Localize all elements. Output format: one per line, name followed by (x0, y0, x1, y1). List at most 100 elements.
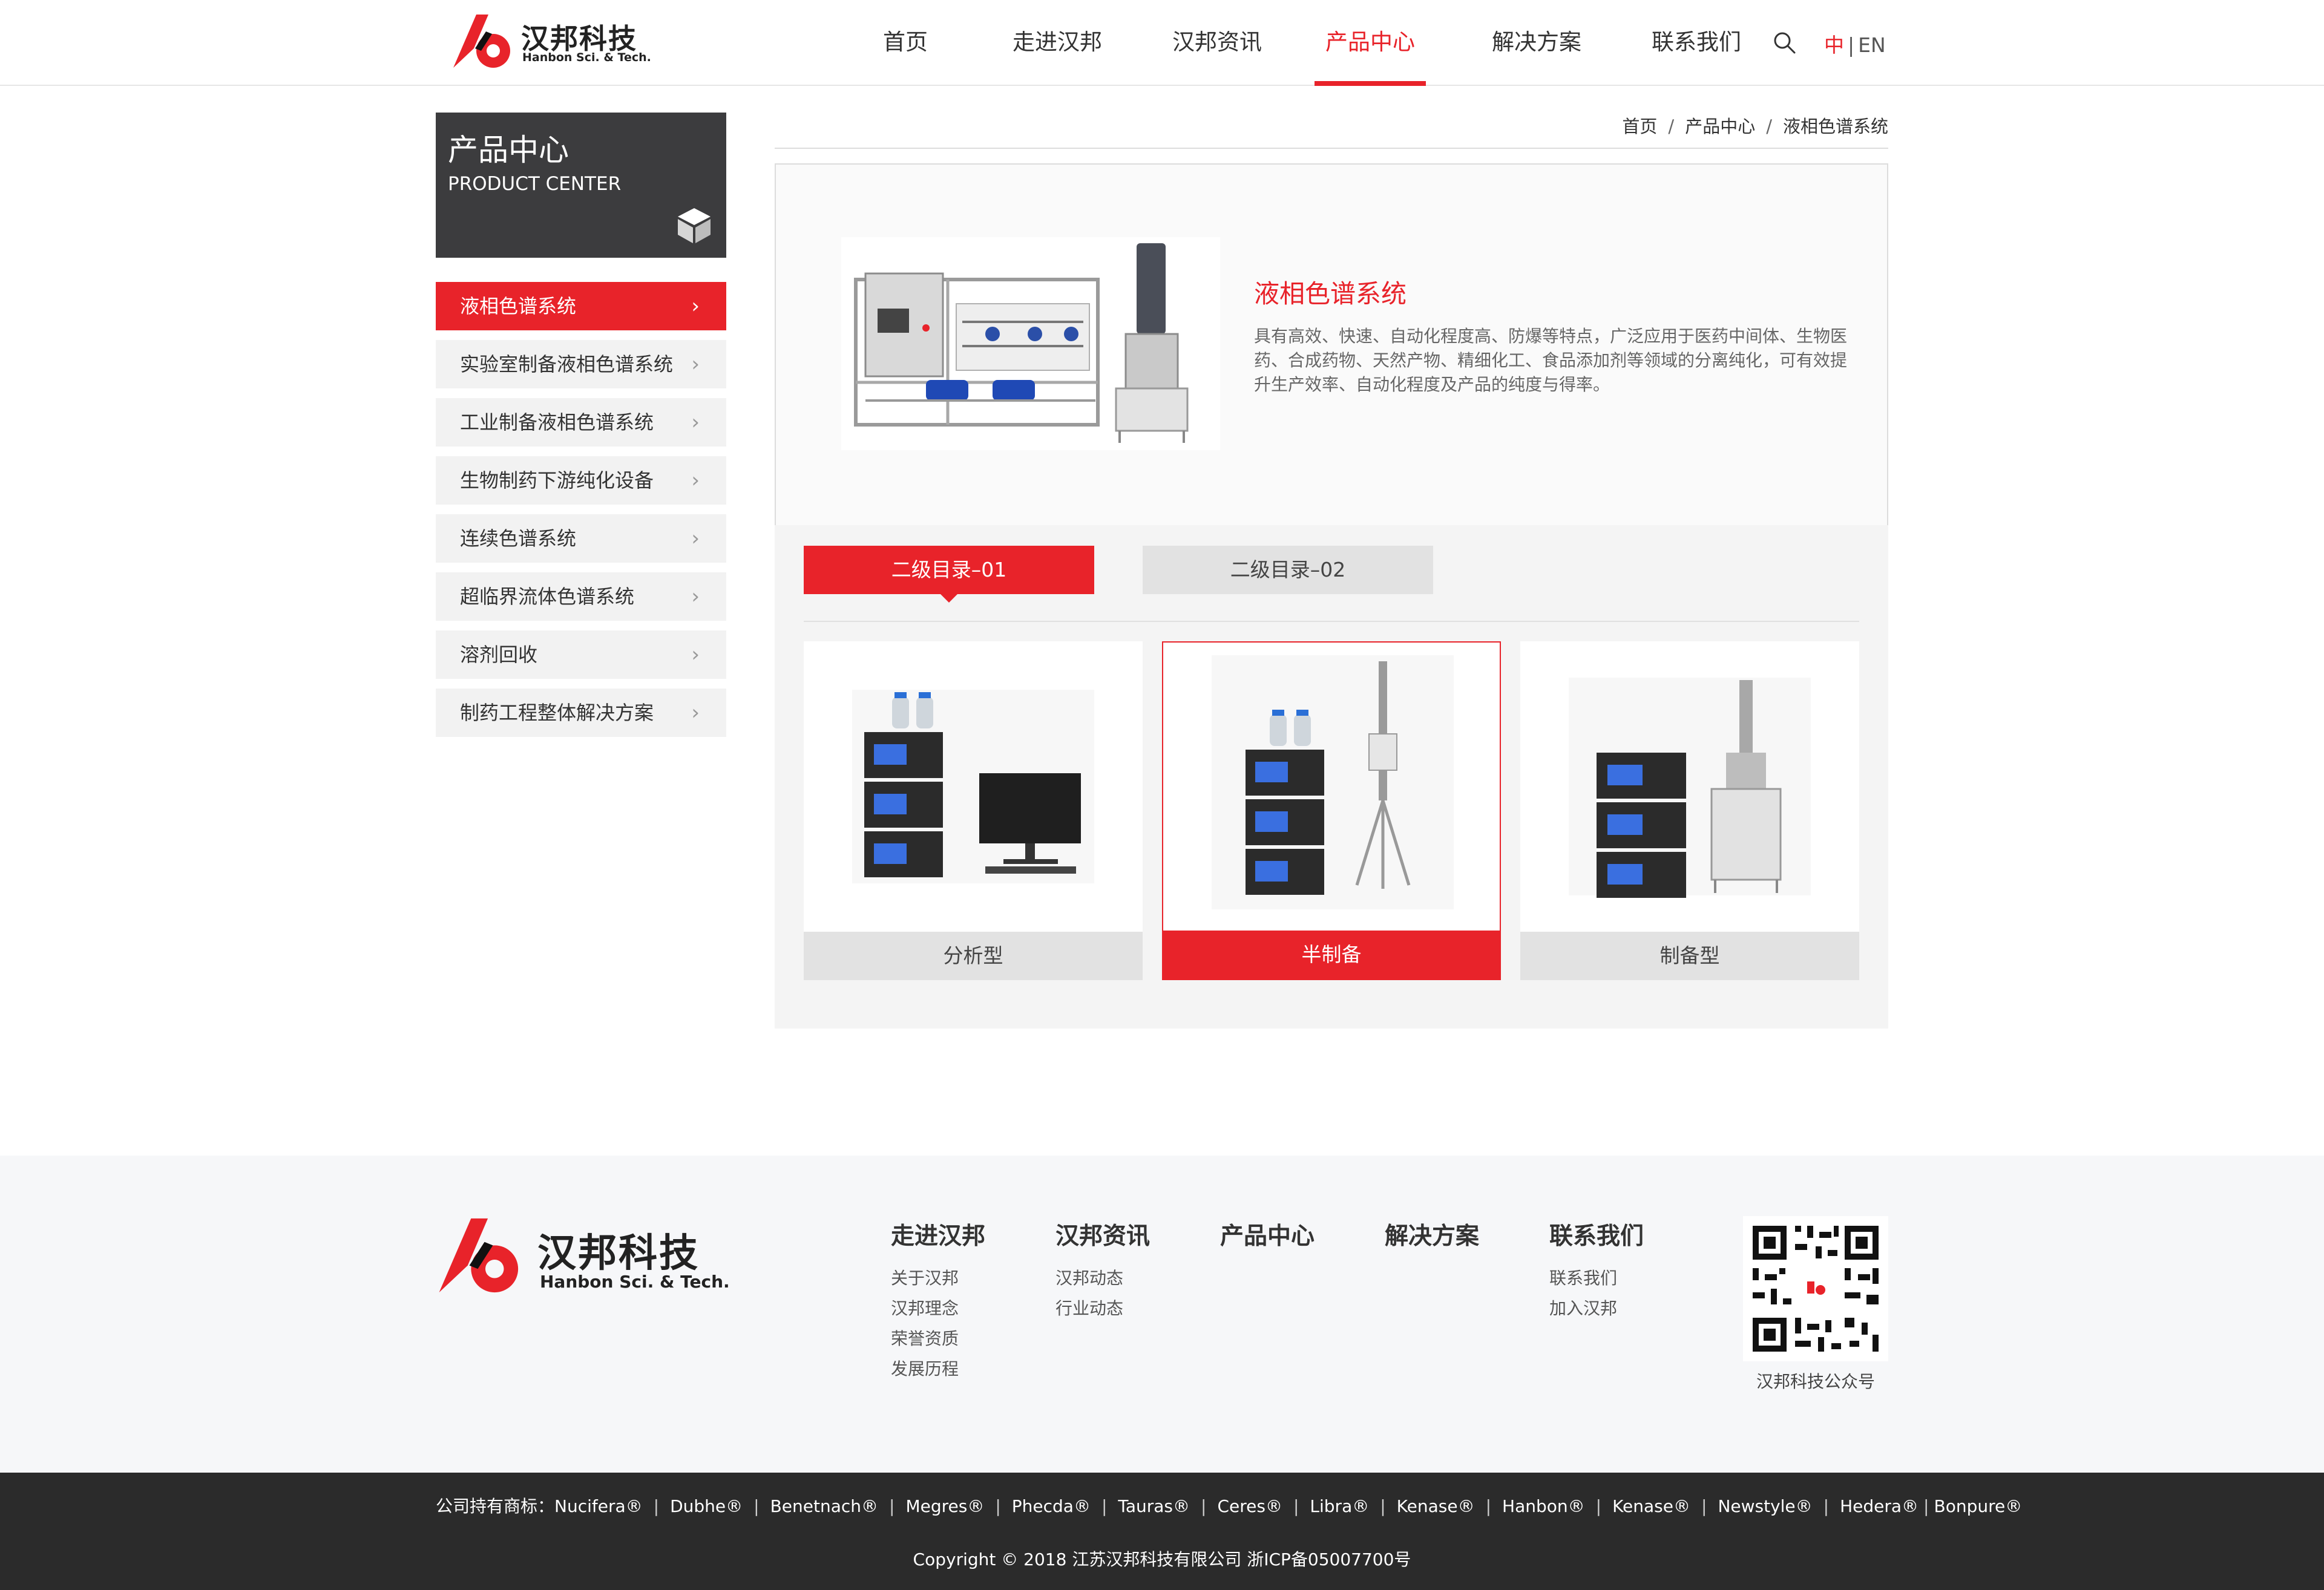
footer-col-contact: 联系我们 联系我们 加入汉邦 (1549, 1217, 1644, 1324)
footer-col-products: 产品中心 (1220, 1217, 1315, 1263)
footer-link[interactable]: 汉邦动态 (1055, 1263, 1150, 1294)
sidebar-title-en: PRODUCT CENTER (448, 173, 622, 195)
breadcrumb-divider (775, 148, 1888, 149)
footer-heading[interactable]: 解决方案 (1385, 1217, 1479, 1251)
nav-item-products[interactable]: 产品中心 (1315, 0, 1426, 86)
analytical-hplc-image (804, 641, 1143, 932)
trademark: Nucifera® (554, 1496, 643, 1516)
language-switch: 中 | EN (1824, 29, 1886, 58)
product-card-label: 制备型 (1520, 932, 1859, 980)
trademark-list: 公司持有商标：Nucifera® | Dubhe® | Benetnach® | Megre… (436, 1493, 2022, 1517)
trademark: Hanbon® (1502, 1496, 1585, 1516)
sidebar-item-biopharma-purification[interactable]: 生物制药下游纯化设备 › (436, 456, 726, 505)
semi-prep-hplc-image (1163, 643, 1500, 932)
trademark-separator: | (1293, 1496, 1299, 1516)
trademark-separator: | (753, 1496, 760, 1516)
trademark: Libra® (1310, 1496, 1370, 1516)
tab-subcategory-02[interactable]: 二级目录–02 (1143, 546, 1433, 594)
footer-link[interactable]: 关于汉邦 (891, 1263, 985, 1294)
chevron-right-icon: › (691, 352, 700, 376)
trademark-separator: | (1595, 1496, 1602, 1516)
sidebar-item-lab-prep-lc[interactable]: 实验室制备液相色谱系统 › (436, 340, 726, 388)
product-card-analytical[interactable]: 分析型 (804, 641, 1143, 980)
sidebar-item-label: 生物制药下游纯化设备 (460, 469, 654, 492)
sidebar-item-label: 制药工程整体解决方案 (460, 701, 654, 724)
footer-heading[interactable]: 产品中心 (1220, 1217, 1315, 1251)
trademark: Ceres® (1217, 1496, 1282, 1516)
product-section: 二级目录–01 二级目录–02 分析型 半制备 制备型 (775, 525, 1888, 1029)
logo-text-en: Hanbon Sci. & Tech. (522, 51, 651, 64)
sidebar-menu: 液相色谱系统 › 实验室制备液相色谱系统 › 工业制备液相色谱系统 › 生物制药下游纯… (436, 282, 726, 747)
nav-item-news[interactable]: 汉邦资讯 (1160, 0, 1275, 85)
trademark-separator: | (995, 1496, 1001, 1516)
footer-bottom-bar: 公司持有商标：Nucifera® | Dubhe® | Benetnach® | Megre… (0, 1473, 2324, 1590)
logo-mark-icon (439, 1218, 519, 1293)
sidebar-item-lc-system[interactable]: 液相色谱系统 › (436, 282, 726, 330)
chevron-right-icon: › (691, 294, 700, 318)
footer-link[interactable]: 行业动态 (1055, 1294, 1150, 1324)
sidebar-item-industrial-prep-lc[interactable]: 工业制备液相色谱系统 › (436, 398, 726, 447)
footer-col-about: 走进汉邦 关于汉邦 汉邦理念 荣誉资质 发展历程 (891, 1217, 985, 1384)
product-card-semi-prep[interactable]: 半制备 (1162, 641, 1501, 980)
logo-mark-icon (453, 15, 510, 68)
trademark: Tauras® (1118, 1496, 1190, 1516)
search-icon[interactable] (1772, 30, 1796, 54)
trademark-separator: | (1701, 1496, 1707, 1516)
sidebar-item-pharma-solutions[interactable]: 制药工程整体解决方案 › (436, 689, 726, 737)
nav-item-home[interactable]: 首页 (869, 0, 942, 85)
breadcrumb: 首页 / 产品中心 / 液相色谱系统 (1622, 113, 1888, 138)
tab-subcategory-01[interactable]: 二级目录–01 (804, 546, 1094, 603)
sidebar-item-sfc[interactable]: 超临界流体色谱系统 › (436, 572, 726, 621)
footer-link[interactable]: 联系我们 (1549, 1263, 1644, 1294)
product-card-preparative[interactable]: 制备型 (1520, 641, 1859, 980)
lang-separator: | (1848, 33, 1855, 57)
footer-link[interactable]: 加入汉邦 (1549, 1294, 1644, 1324)
footer-link[interactable]: 荣誉资质 (891, 1324, 985, 1354)
footer-logo[interactable]: 汉邦科技 Hanbon Sci. & Tech. (436, 1216, 730, 1301)
nav-item-solutions[interactable]: 解决方案 (1479, 0, 1594, 85)
product-card-label: 分析型 (804, 932, 1143, 980)
footer-heading[interactable]: 走进汉邦 (891, 1217, 985, 1251)
chevron-right-icon: › (691, 410, 700, 434)
site-header: 汉邦科技 Hanbon Sci. & Tech. 首页 走进汉邦 汉邦资讯 产品… (0, 0, 2324, 86)
nav-item-contact[interactable]: 联系我们 (1639, 0, 1754, 85)
trademark-separator: | (889, 1496, 895, 1516)
trademark-separator: | (653, 1496, 660, 1516)
trademark: Newstyle® (1718, 1496, 1813, 1516)
breadcrumb-home[interactable]: 首页 (1622, 116, 1657, 137)
product-card-label: 半制备 (1163, 931, 1500, 979)
nav-item-about[interactable]: 走进汉邦 (1000, 0, 1115, 85)
breadcrumb-products[interactable]: 产品中心 (1685, 116, 1755, 137)
footer-heading[interactable]: 联系我们 (1549, 1217, 1644, 1251)
sidebar-item-label: 连续色谱系统 (460, 527, 577, 550)
sidebar-item-label: 溶剂回收 (460, 643, 538, 666)
trademark: Kenase® (1396, 1496, 1475, 1516)
chevron-right-icon: › (691, 584, 700, 609)
preparative-hplc-image (1520, 641, 1859, 932)
footer-link[interactable]: 发展历程 (891, 1354, 985, 1384)
footer-col-solutions: 解决方案 (1385, 1217, 1479, 1263)
chevron-right-icon: › (691, 643, 700, 667)
industrial-lc-system-image (841, 237, 1220, 450)
chevron-right-icon: › (691, 526, 700, 551)
category-title: 液相色谱系统 (1254, 279, 1407, 309)
wechat-qr-code (1743, 1216, 1888, 1361)
footer-link[interactable]: 汉邦理念 (891, 1294, 985, 1324)
footer-logo-text-en: Hanbon Sci. & Tech. (540, 1272, 730, 1292)
footer-heading[interactable]: 汉邦资讯 (1055, 1217, 1150, 1251)
trademark: Phecda® (1011, 1496, 1091, 1516)
sidebar-item-label: 超临界流体色谱系统 (460, 585, 635, 608)
lang-en-link[interactable]: EN (1858, 33, 1886, 57)
footer-logo-text-cn: 汉邦科技 (537, 1231, 700, 1276)
lang-zh-link[interactable]: 中 (1824, 33, 1844, 57)
site-logo[interactable]: 汉邦科技 Hanbon Sci. & Tech. (451, 13, 651, 69)
trademark-separator: | (1101, 1496, 1108, 1516)
site-footer: 汉邦科技 Hanbon Sci. & Tech. 走进汉邦 关于汉邦 汉邦理念 … (0, 1156, 2324, 1473)
sidebar-title-cn: 产品中心 (448, 132, 569, 168)
copyright: Copyright © 2018 江苏汉邦科技有限公司 浙ICP备0500770… (913, 1549, 1411, 1569)
sidebar-item-solvent-recovery[interactable]: 溶剂回收 › (436, 630, 726, 679)
trademark: Megres® (905, 1496, 985, 1516)
chevron-right-icon: › (691, 701, 700, 725)
sidebar-item-continuous-chromatography[interactable]: 连续色谱系统 › (436, 514, 726, 563)
trademark-separator: | (1380, 1496, 1386, 1516)
